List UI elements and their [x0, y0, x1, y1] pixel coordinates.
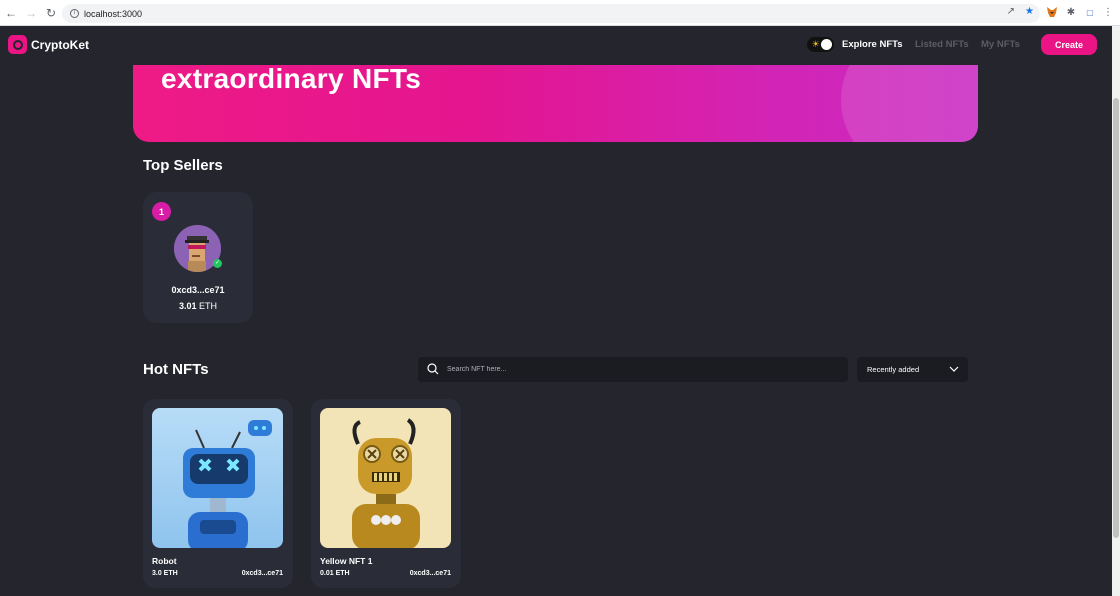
nft-image-robot[interactable] — [152, 408, 283, 548]
brand-name[interactable]: CryptoKet — [31, 38, 89, 52]
hero-banner: extraordinary NFTs — [133, 65, 978, 142]
search-input[interactable] — [447, 362, 837, 377]
profile-extension-icon[interactable]: ▢ — [1083, 5, 1097, 19]
site-info-icon[interactable]: i — [70, 9, 79, 18]
seller-card[interactable]: 1 ✓ 0xcd3...ce71 3.01 ETH — [143, 192, 253, 323]
nft-name: Robot — [152, 556, 177, 566]
seller-address: 0xcd3...ce71 — [171, 285, 225, 295]
nft-owner: 0xcd3...ce71 — [241, 570, 283, 577]
nft-name: Yellow NFT 1 — [320, 556, 373, 566]
nav-link-listed-nfts[interactable]: Listed NFTs — [915, 39, 969, 50]
app-navbar: CryptoKet ☀ Explore NFTs Listed NFTs My … — [0, 26, 1112, 65]
nft-price: 0.01 ETH — [320, 570, 350, 577]
address-bar[interactable]: i localhost:3000 ↗ ★ — [62, 4, 1040, 23]
sort-dropdown[interactable]: Recently added — [857, 357, 968, 382]
create-button[interactable]: Create — [1041, 34, 1097, 55]
search-icon — [427, 363, 439, 375]
theme-toggle[interactable]: ☀ — [807, 37, 834, 52]
nft-price: 3.0 ETH — [152, 570, 178, 577]
forward-icon[interactable]: → — [22, 4, 40, 22]
seller-earnings-currency: ETH — [199, 301, 218, 311]
scrollbar-thumb[interactable] — [1113, 98, 1119, 538]
nft-card-robot[interactable]: Robot 3.0 ETH 0xcd3...ce71 — [143, 399, 293, 588]
hero-title: extraordinary NFTs — [161, 65, 422, 94]
hot-nfts-heading: Hot NFTs — [143, 361, 209, 378]
page-scrollbar[interactable] — [1112, 26, 1120, 596]
extensions-puzzle-icon[interactable]: ✱ — [1064, 5, 1078, 19]
verified-check-icon: ✓ — [213, 259, 222, 268]
chevron-down-icon[interactable] — [949, 364, 959, 374]
nft-card-yellow-nft-1[interactable]: Yellow NFT 1 0.01 ETH 0xcd3...ce71 — [311, 399, 461, 588]
reload-icon[interactable]: ↻ — [42, 4, 60, 22]
nav-link-explore-nfts[interactable]: Explore NFTs — [842, 39, 903, 50]
bookmark-star-icon[interactable]: ★ — [1025, 6, 1034, 17]
toggle-knob — [821, 39, 832, 50]
nav-link-my-nfts[interactable]: My NFTs — [981, 39, 1020, 50]
seller-earnings-amount: 3.01 — [178, 301, 197, 311]
browser-toolbar: ← → ↻ i localhost:3000 ↗ ★ ✱ ▢ ⋮ — [0, 0, 1120, 26]
url-text[interactable]: localhost:3000 — [84, 9, 142, 19]
cryptoket-logo-icon[interactable] — [8, 35, 27, 54]
sun-icon: ☀ — [811, 39, 820, 49]
nft-owner: 0xcd3...ce71 — [409, 570, 451, 577]
sort-selected-label[interactable]: Recently added — [867, 365, 919, 374]
seller-rank-badge: 1 — [152, 202, 171, 221]
nft-image-yellow-nft-1[interactable] — [320, 408, 451, 548]
top-sellers-heading: Top Sellers — [143, 157, 223, 174]
hero-decorative-circle — [841, 65, 978, 142]
share-icon[interactable]: ↗ — [1007, 6, 1015, 17]
metamask-fox-icon[interactable] — [1045, 5, 1059, 19]
browser-menu-icon[interactable]: ⋮ — [1101, 5, 1115, 19]
seller-earnings: 3.01 ETH — [143, 301, 253, 311]
back-icon[interactable]: ← — [2, 4, 20, 22]
search-bar[interactable] — [418, 357, 848, 382]
